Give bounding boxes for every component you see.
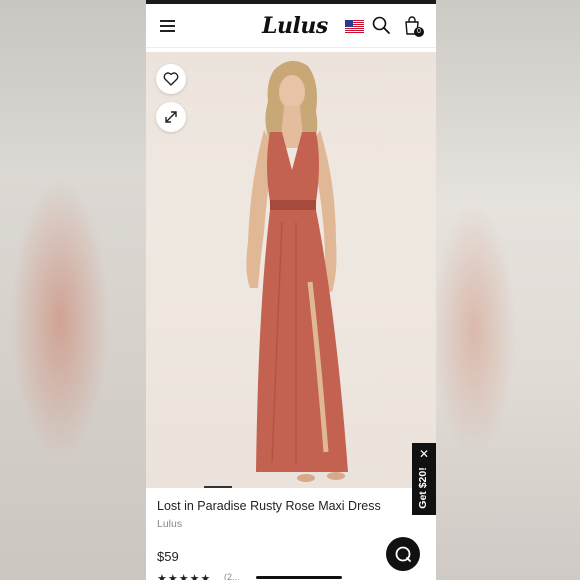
promo-tab[interactable]: ✕ Get $20!: [412, 443, 436, 515]
review-count[interactable]: (2...: [224, 572, 240, 580]
heart-icon: [163, 72, 179, 86]
promo-label[interactable]: Get $20!: [417, 460, 431, 516]
chat-bubble-icon: [395, 546, 411, 562]
phone-screen: Lulus 0 ✕ Get $20! Lost in Paradise Rust…: [146, 0, 436, 580]
expand-arrows-icon: [165, 111, 177, 123]
star-rating[interactable]: ★★★★★: [157, 572, 211, 580]
background-blur-left: [0, 0, 146, 580]
search-icon[interactable]: [372, 16, 390, 34]
product-image-carousel[interactable]: [146, 52, 436, 488]
site-header: Lulus 0: [146, 4, 436, 48]
hamburger-menu-icon[interactable]: [160, 18, 176, 32]
close-icon[interactable]: ✕: [418, 448, 430, 460]
background-blur-right: [434, 0, 580, 580]
chat-button[interactable]: [386, 537, 420, 571]
expand-image-button[interactable]: [156, 102, 186, 132]
brand-logo[interactable]: Lulus: [262, 12, 328, 40]
carousel-indicator[interactable]: [204, 486, 232, 488]
product-price: $59: [157, 549, 179, 564]
product-brand[interactable]: Lulus: [157, 518, 182, 530]
home-indicator-bar: [256, 576, 342, 579]
favorite-button[interactable]: [156, 64, 186, 94]
product-photo: [246, 60, 348, 482]
us-flag-icon[interactable]: [345, 20, 364, 33]
product-title: Lost in Paradise Rusty Rose Maxi Dress: [157, 499, 381, 513]
cart-count-badge: 0: [414, 27, 424, 37]
